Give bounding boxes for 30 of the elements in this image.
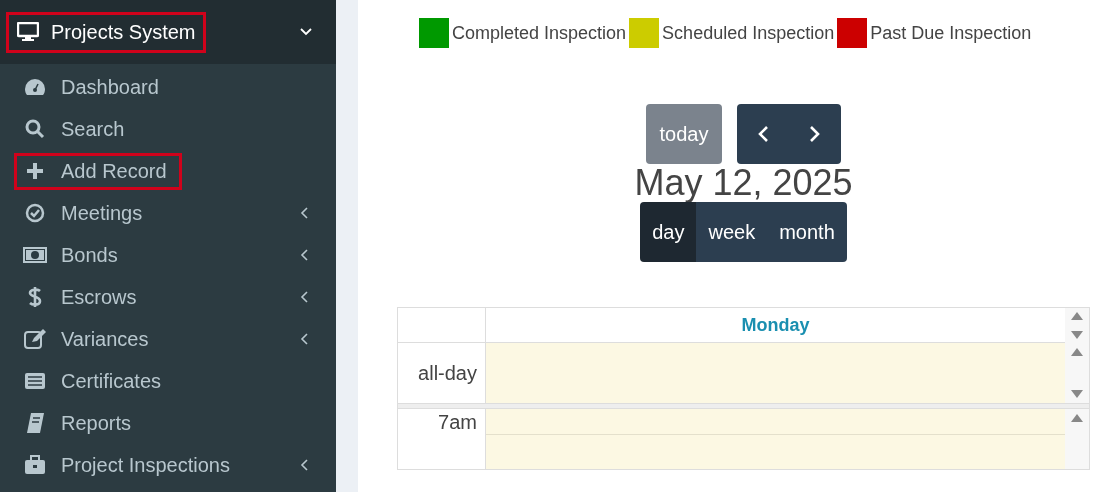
today-button[interactable]: today (645, 104, 723, 164)
menu-item[interactable]: Add Record (0, 150, 336, 192)
view-tab[interactable]: day (640, 202, 697, 262)
menu-item[interactable]: Search (0, 108, 336, 150)
projects-system-menu[interactable]: Projects System (6, 11, 207, 53)
legend-label: Past Due Inspection (870, 22, 1032, 45)
menu-item[interactable]: Meetings (0, 192, 336, 234)
menu-item[interactable]: Project Inspections (0, 444, 336, 486)
menu-text: Bonds (61, 243, 118, 267)
menu-item[interactable]: Dashboard (0, 66, 336, 108)
menu-item[interactable]: Certificates (0, 360, 336, 402)
menu-text: Add Record (61, 159, 167, 183)
menu-item[interactable]: Variances (0, 318, 336, 360)
menu-text: Escrows (61, 285, 137, 309)
view-tab[interactable]: week (696, 202, 768, 262)
menu-item[interactable]: Escrows (0, 276, 336, 318)
calendar-title: May 12, 2025 (634, 164, 853, 202)
menu-text: Reports (61, 411, 132, 435)
legend-label: Scheduled Inspection (662, 22, 835, 45)
menu-text: Dashboard (61, 75, 159, 99)
menu-text: Certificates (61, 369, 162, 393)
menu-item[interactable]: Reports (0, 402, 336, 444)
menu-text: Project Inspections (61, 453, 230, 477)
menu-title: Projects System (51, 20, 196, 44)
menu-text: Meetings (61, 201, 143, 225)
menu-text: Variances (61, 327, 149, 351)
menu-text: Search (61, 117, 125, 141)
view-tab[interactable]: month (767, 202, 847, 262)
menu-item[interactable]: Bonds (0, 234, 336, 276)
legend-label: Completed Inspection (452, 22, 627, 45)
